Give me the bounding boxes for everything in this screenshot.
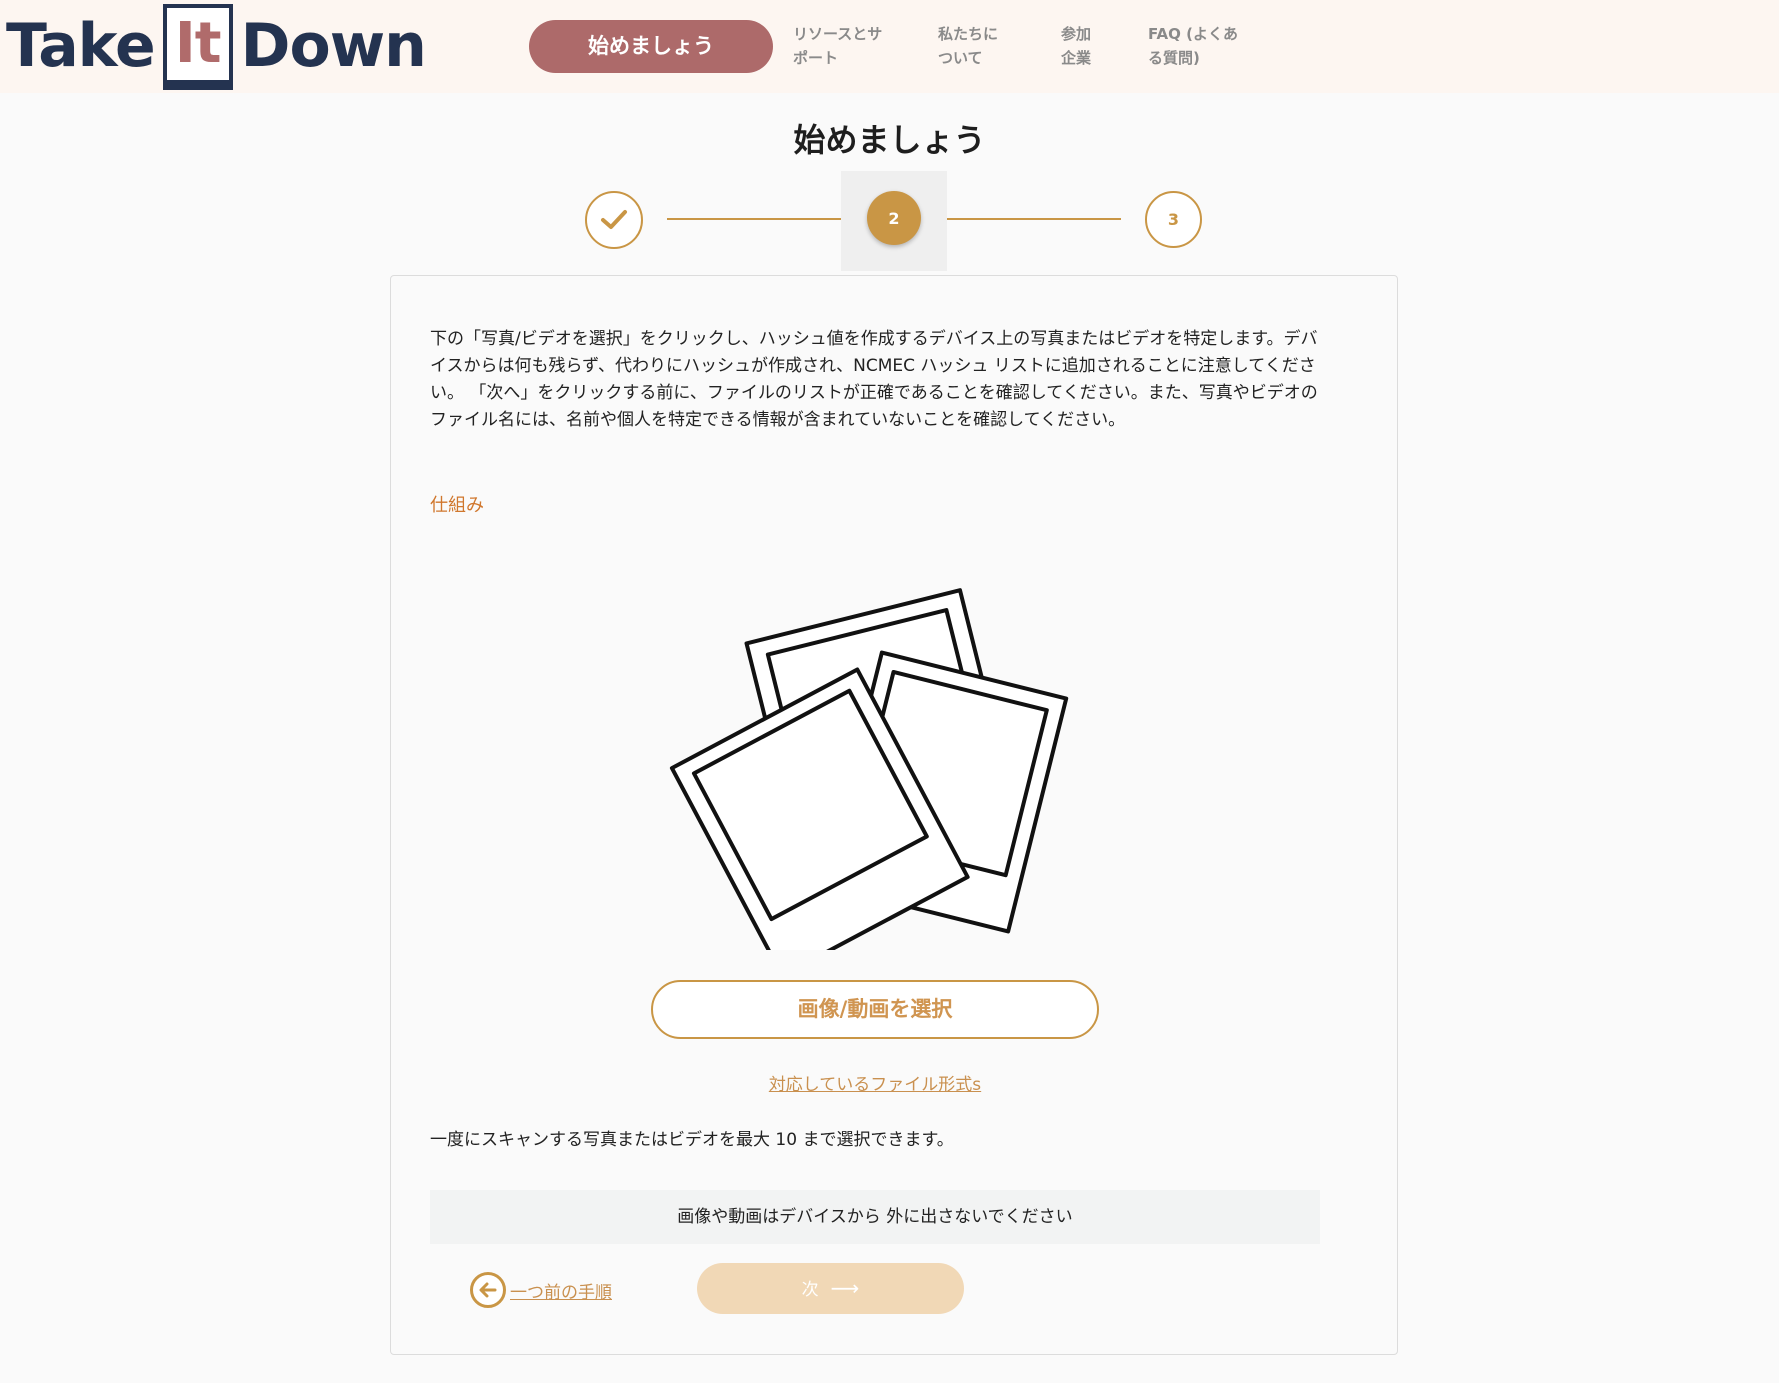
nav-about-us[interactable]: 私たちに ついて: [938, 22, 998, 70]
supported-formats-link[interactable]: 対応しているファイル形式s: [0, 1070, 1750, 1095]
step-1-completed: [585, 191, 643, 249]
nav-participating-companies[interactable]: 参加 企業: [1061, 22, 1091, 70]
logo-word-take: Take: [6, 11, 156, 81]
next-button[interactable]: 次 ⟶: [697, 1263, 964, 1314]
how-it-works-link[interactable]: 仕組み: [430, 491, 484, 517]
nav-label-line: る質問): [1148, 49, 1200, 67]
privacy-notice: 画像や動画はデバイスから 外に出さないでください: [430, 1190, 1320, 1244]
previous-step-link[interactable]: 一つ前の手順: [470, 1270, 612, 1310]
step-3-upcoming: 3: [1145, 191, 1202, 248]
nav-label-line: 企業: [1061, 49, 1092, 67]
nav-label-line: リソースとサ: [793, 25, 883, 43]
arrow-left-icon: [470, 1272, 506, 1308]
step-2-current: 2: [867, 191, 921, 245]
nav-label-line: ついて: [938, 49, 983, 67]
nav-label-line: 私たちに: [938, 25, 999, 43]
page-title: 始めましょう: [793, 121, 986, 159]
previous-step-label: 一つ前の手順: [510, 1282, 612, 1303]
select-media-button[interactable]: 画像/動画を選択: [651, 980, 1099, 1039]
nav-faq[interactable]: FAQ (よくあ る質問): [1148, 22, 1238, 70]
arrow-right-icon: ⟶: [830, 1276, 860, 1300]
nav-resources-support[interactable]: リソースとサ ポート: [793, 22, 882, 70]
selection-limit-text: 一度にスキャンする写真またはビデオを最大 10 まで選択できます。: [430, 1130, 954, 1150]
site-logo[interactable]: Take It Down: [6, 0, 427, 93]
site-header: Take It Down 始めましょう リソースとサ ポート 私たちに ついて …: [0, 0, 1779, 93]
nav-label-line: ポート: [793, 49, 839, 67]
stepper-connector: [947, 218, 1121, 220]
nav-label-line: FAQ (よくあ: [1148, 25, 1238, 43]
checkmark-icon: [601, 210, 627, 229]
logo-word-down: Down: [240, 11, 427, 81]
photos-illustration: [669, 588, 1069, 950]
nav-label-line: 参加: [1061, 25, 1092, 43]
next-button-label: 次: [801, 1280, 819, 1300]
get-started-nav-button[interactable]: 始めましょう: [529, 20, 773, 73]
stepper-connector: [667, 218, 841, 220]
instructions-text: 下の「写真/ビデオを選択」をクリックし、ハッシュ値を作成するデバイス上の写真また…: [430, 329, 1318, 430]
logo-it-box: It: [162, 3, 233, 90]
arrow-left-glyph: [479, 1282, 497, 1298]
